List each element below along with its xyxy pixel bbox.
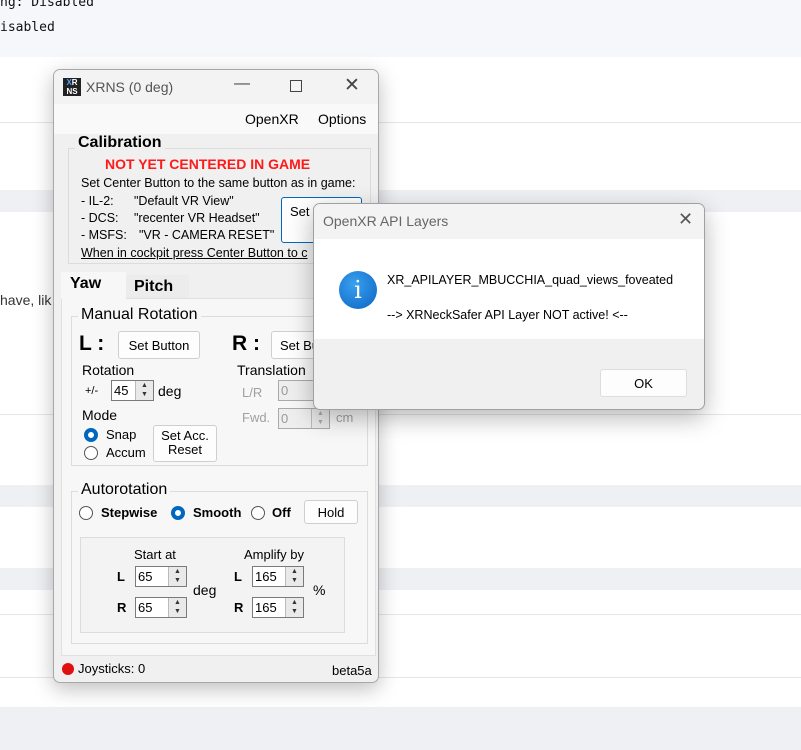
set-acc-reset-button[interactable]: Set Acc. Reset bbox=[153, 425, 217, 462]
tab-yaw[interactable]: Yaw bbox=[61, 272, 126, 299]
code-line: isabled bbox=[0, 20, 55, 35]
rotation-label: Rotation bbox=[82, 362, 135, 378]
info-icon: i bbox=[339, 271, 377, 309]
openxr-api-layers-dialog: OpenXR API Layers ✕ i XR_APILAYER_MBUCCH… bbox=[313, 203, 705, 410]
dialog-body: i XR_APILAYER_MBUCCHIA_quad_views_foveat… bbox=[314, 239, 704, 339]
menu-bar: OpenXR Options bbox=[54, 104, 378, 134]
fwd-unit: cm bbox=[336, 410, 354, 425]
spin-arrows-icon[interactable]: ▲ ▼ bbox=[285, 598, 303, 617]
mode-label: Mode bbox=[82, 407, 118, 423]
window-title: XRNS (0 deg) bbox=[86, 79, 174, 95]
start-r-value: 65 bbox=[138, 600, 153, 615]
amp-r-label: R bbox=[234, 600, 244, 615]
spin-arrows-icon[interactable]: ▲ ▼ bbox=[285, 567, 303, 586]
mode-accum-label: Accum bbox=[106, 445, 146, 460]
minimize-icon[interactable]: — bbox=[234, 75, 250, 93]
code-block bbox=[0, 0, 801, 57]
lr-value: 0 bbox=[281, 383, 289, 398]
joystick-status-indicator-icon bbox=[62, 663, 74, 675]
calibration-instruction: Set Center Button to the same button as … bbox=[81, 176, 356, 190]
spin-arrows-icon[interactable]: ▲ ▼ bbox=[168, 598, 186, 617]
dialog-title: OpenXR API Layers bbox=[323, 213, 449, 229]
fwd-label: Fwd. bbox=[242, 410, 271, 425]
version-label: beta5a bbox=[332, 663, 372, 678]
menu-openxr[interactable]: OpenXR bbox=[245, 111, 299, 127]
close-icon[interactable]: ✕ bbox=[344, 74, 360, 97]
reset-label: Reset bbox=[168, 442, 202, 457]
stepwise-label: Stepwise bbox=[101, 505, 158, 520]
dialog-message-line1: XR_APILAYER_MBUCCHIA_quad_views_foveated bbox=[387, 273, 674, 287]
start-r-stepper[interactable]: 65 ▲ ▼ bbox=[135, 597, 187, 618]
xrns-logo-icon: XR NS bbox=[63, 78, 81, 96]
start-at-label: Start at bbox=[134, 547, 176, 562]
lr-stepper: 0 bbox=[278, 380, 318, 401]
manual-rotation-title: Manual Rotation bbox=[78, 306, 201, 324]
ok-button[interactable]: OK bbox=[600, 369, 687, 397]
amp-r-stepper[interactable]: 165 ▲ ▼ bbox=[252, 597, 304, 618]
start-r-label: R bbox=[117, 600, 127, 615]
page-text: have, lik bbox=[0, 292, 52, 308]
start-unit: deg bbox=[193, 582, 217, 598]
fwd-stepper: 0 ▲ ▼ bbox=[278, 408, 330, 429]
smooth-radio[interactable] bbox=[171, 506, 185, 520]
stepwise-radio[interactable] bbox=[79, 506, 93, 520]
calibration-hint: When in cockpit press Center Button to c bbox=[81, 246, 308, 260]
amp-r-value: 165 bbox=[255, 600, 277, 615]
game-il2-action: "Default VR View" bbox=[134, 194, 234, 208]
spin-arrows-icon[interactable]: ▲ ▼ bbox=[168, 567, 186, 586]
right-label: R : bbox=[232, 332, 260, 355]
start-l-value: 65 bbox=[138, 569, 153, 584]
calibration-title: Calibration bbox=[75, 134, 165, 152]
dialog-title-bar[interactable]: OpenXR API Layers ✕ bbox=[314, 204, 704, 239]
rotation-unit: deg bbox=[158, 383, 182, 399]
plusminus-label: +/- bbox=[85, 385, 99, 397]
tab-pitch[interactable]: Pitch bbox=[126, 275, 189, 298]
spin-arrows-icon: ▲ ▼ bbox=[311, 409, 329, 428]
lr-label: L/R bbox=[242, 385, 263, 400]
mode-accum-radio[interactable] bbox=[84, 446, 98, 460]
calibration-warning: NOT YET CENTERED IN GAME bbox=[105, 156, 311, 172]
game-msfs: - MSFS: bbox=[81, 228, 127, 242]
amp-unit: % bbox=[313, 582, 326, 598]
start-l-stepper[interactable]: 65 ▲ ▼ bbox=[135, 566, 187, 587]
rotation-value: 45 bbox=[114, 383, 129, 398]
game-il2: - IL-2: bbox=[81, 194, 114, 208]
dialog-close-icon[interactable]: ✕ bbox=[678, 209, 693, 230]
amp-l-stepper[interactable]: 165 ▲ ▼ bbox=[252, 566, 304, 587]
footer-band bbox=[0, 707, 801, 750]
code-line: ng: Disabled bbox=[0, 0, 94, 10]
joysticks-count: Joysticks: 0 bbox=[78, 661, 146, 676]
maximize-icon[interactable] bbox=[290, 80, 302, 92]
menu-options[interactable]: Options bbox=[318, 111, 366, 127]
hold-button[interactable]: Hold bbox=[304, 500, 358, 524]
amp-l-label: L bbox=[234, 569, 242, 584]
rotation-stepper[interactable]: 45 ▲ ▼ bbox=[111, 380, 154, 401]
amplify-by-label: Amplify by bbox=[244, 547, 304, 562]
left-set-button[interactable]: Set Button bbox=[118, 331, 200, 359]
autorotation-title: Autorotation bbox=[78, 481, 171, 499]
dialog-message-line2: --> XRNeckSafer API Layer NOT active! <-… bbox=[387, 308, 628, 322]
off-label: Off bbox=[272, 505, 291, 520]
smooth-label: Smooth bbox=[193, 505, 242, 520]
off-radio[interactable] bbox=[251, 506, 265, 520]
set-acc-label: Set Acc. bbox=[161, 428, 209, 443]
game-dcs: - DCS: bbox=[81, 211, 119, 225]
mode-snap-radio[interactable] bbox=[84, 428, 98, 442]
game-msfs-action: "VR - CAMERA RESET" bbox=[139, 228, 275, 242]
left-label: L : bbox=[79, 332, 105, 355]
game-dcs-action: "recenter VR Headset" bbox=[134, 211, 260, 225]
fwd-value: 0 bbox=[281, 411, 289, 426]
start-l-label: L bbox=[117, 569, 125, 584]
mode-snap-label: Snap bbox=[106, 427, 137, 442]
spin-arrows-icon[interactable]: ▲ ▼ bbox=[135, 381, 153, 400]
translation-label: Translation bbox=[237, 362, 306, 378]
amp-l-value: 165 bbox=[255, 569, 277, 584]
title-bar[interactable]: XR NS XRNS (0 deg) — ✕ bbox=[54, 70, 378, 104]
